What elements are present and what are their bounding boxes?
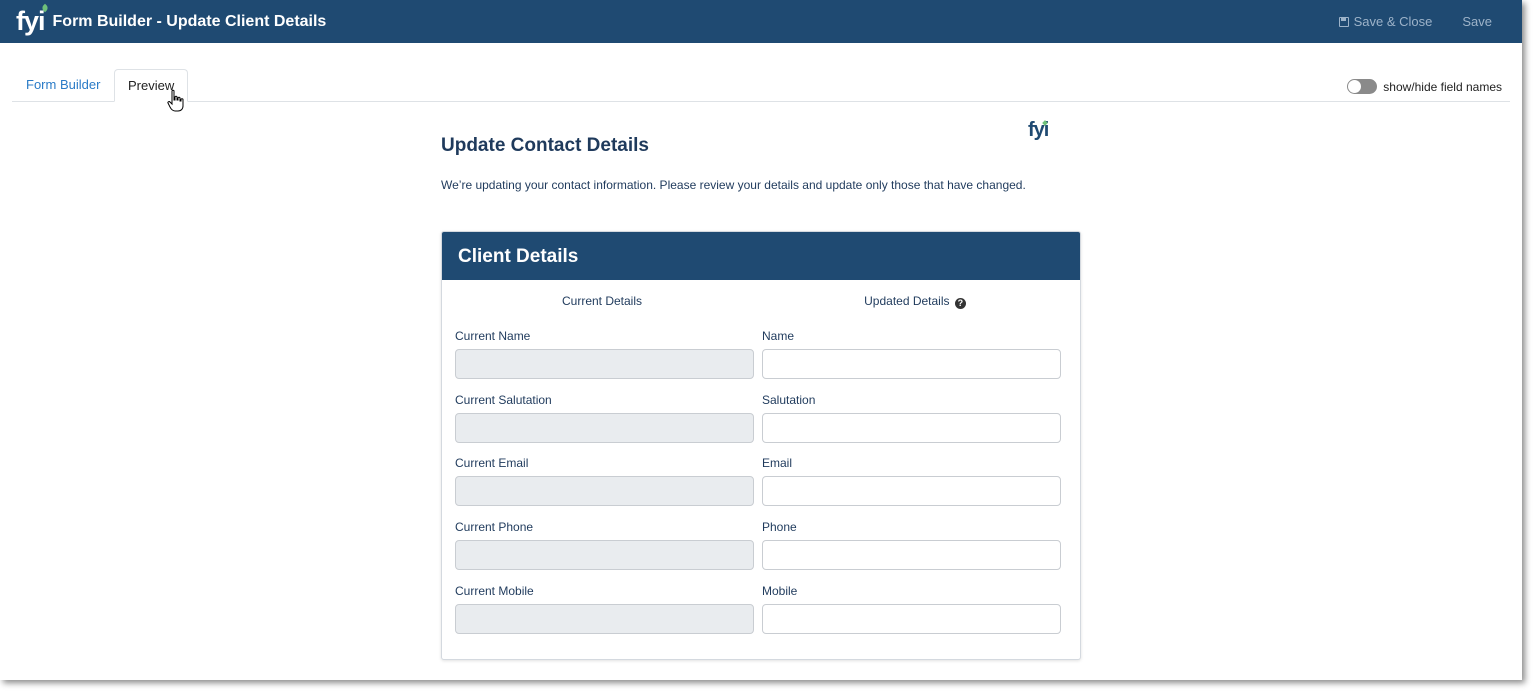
current-salutation-field: Current Salutation	[455, 393, 754, 443]
toggle-knob	[1348, 80, 1362, 93]
tab-bar: Form Builder Preview	[12, 69, 1510, 102]
updated-heading-text: Updated Details	[864, 294, 950, 308]
question-circle-icon[interactable]: ?	[954, 298, 966, 309]
phone-input[interactable]	[762, 540, 1061, 570]
current-name-field: Current Name	[455, 329, 754, 379]
save-close-button[interactable]: Save & Close	[1338, 14, 1433, 29]
field-label: Current Name	[455, 329, 531, 343]
field-label: Email	[762, 456, 793, 470]
field-label: Mobile	[762, 584, 798, 598]
current-heading-text: Current Details	[561, 294, 643, 308]
save-close-label: Save & Close	[1353, 14, 1433, 29]
salutation-field: Salutation	[762, 393, 1061, 443]
email-input[interactable]	[762, 476, 1061, 506]
toggle-label: show/hide field names	[1383, 79, 1502, 94]
current-email-input[interactable]	[455, 476, 754, 506]
current-mobile-input[interactable]	[455, 604, 754, 634]
app-logo: fyi	[16, 0, 50, 43]
toggle-switch[interactable]	[1347, 79, 1378, 94]
name-field: Name	[762, 329, 1061, 379]
floppy-disk-icon	[1338, 16, 1349, 27]
current-phone-input[interactable]	[455, 540, 754, 570]
field-label: Current Phone	[455, 520, 534, 534]
app-window: fyi Form Builder - Update Client Details…	[0, 0, 1522, 680]
field-label: Current Mobile	[455, 584, 534, 598]
email-field: Email	[762, 456, 1061, 506]
current-details-heading: Current Details	[449, 294, 755, 308]
save-label: Save	[1462, 14, 1492, 29]
current-salutation-input[interactable]	[455, 413, 754, 443]
field-label: Phone	[762, 520, 797, 534]
field-label: Name	[762, 329, 795, 343]
field-label: Current Salutation	[455, 393, 552, 407]
form-logo: fyi	[1028, 119, 1049, 142]
phone-field: Phone	[762, 520, 1061, 570]
current-email-field: Current Email	[455, 456, 754, 506]
form-intro: We’re updating your contact information.…	[441, 178, 1026, 192]
updated-details-heading: Updated Details ?	[762, 294, 1068, 309]
field-names-toggle[interactable]: show/hide field names	[1347, 79, 1502, 94]
field-label: Salutation	[762, 393, 816, 407]
logo-text: fyi	[16, 6, 45, 36]
top-bar: fyi Form Builder - Update Client Details…	[0, 0, 1522, 43]
mobile-field: Mobile	[762, 584, 1061, 634]
field-label: Current Email	[455, 456, 529, 470]
form-title: Update Contact Details	[441, 135, 649, 156]
current-name-input[interactable]	[455, 349, 754, 379]
tab-form-builder[interactable]: Form Builder	[13, 69, 113, 101]
top-actions: Save & Close Save	[1338, 0, 1492, 43]
salutation-input[interactable]	[762, 413, 1061, 443]
current-phone-field: Current Phone	[455, 520, 754, 570]
current-mobile-field: Current Mobile	[455, 584, 754, 634]
save-button[interactable]: Save	[1462, 14, 1492, 29]
section-title: Client Details	[442, 232, 1080, 280]
app-title: Form Builder - Update Client Details	[52, 12, 327, 30]
mobile-input[interactable]	[762, 604, 1061, 634]
client-details-card: Client Details Current Details Updated D…	[441, 231, 1081, 660]
name-input[interactable]	[762, 349, 1061, 379]
hand-pointer-cursor-icon	[167, 89, 184, 112]
